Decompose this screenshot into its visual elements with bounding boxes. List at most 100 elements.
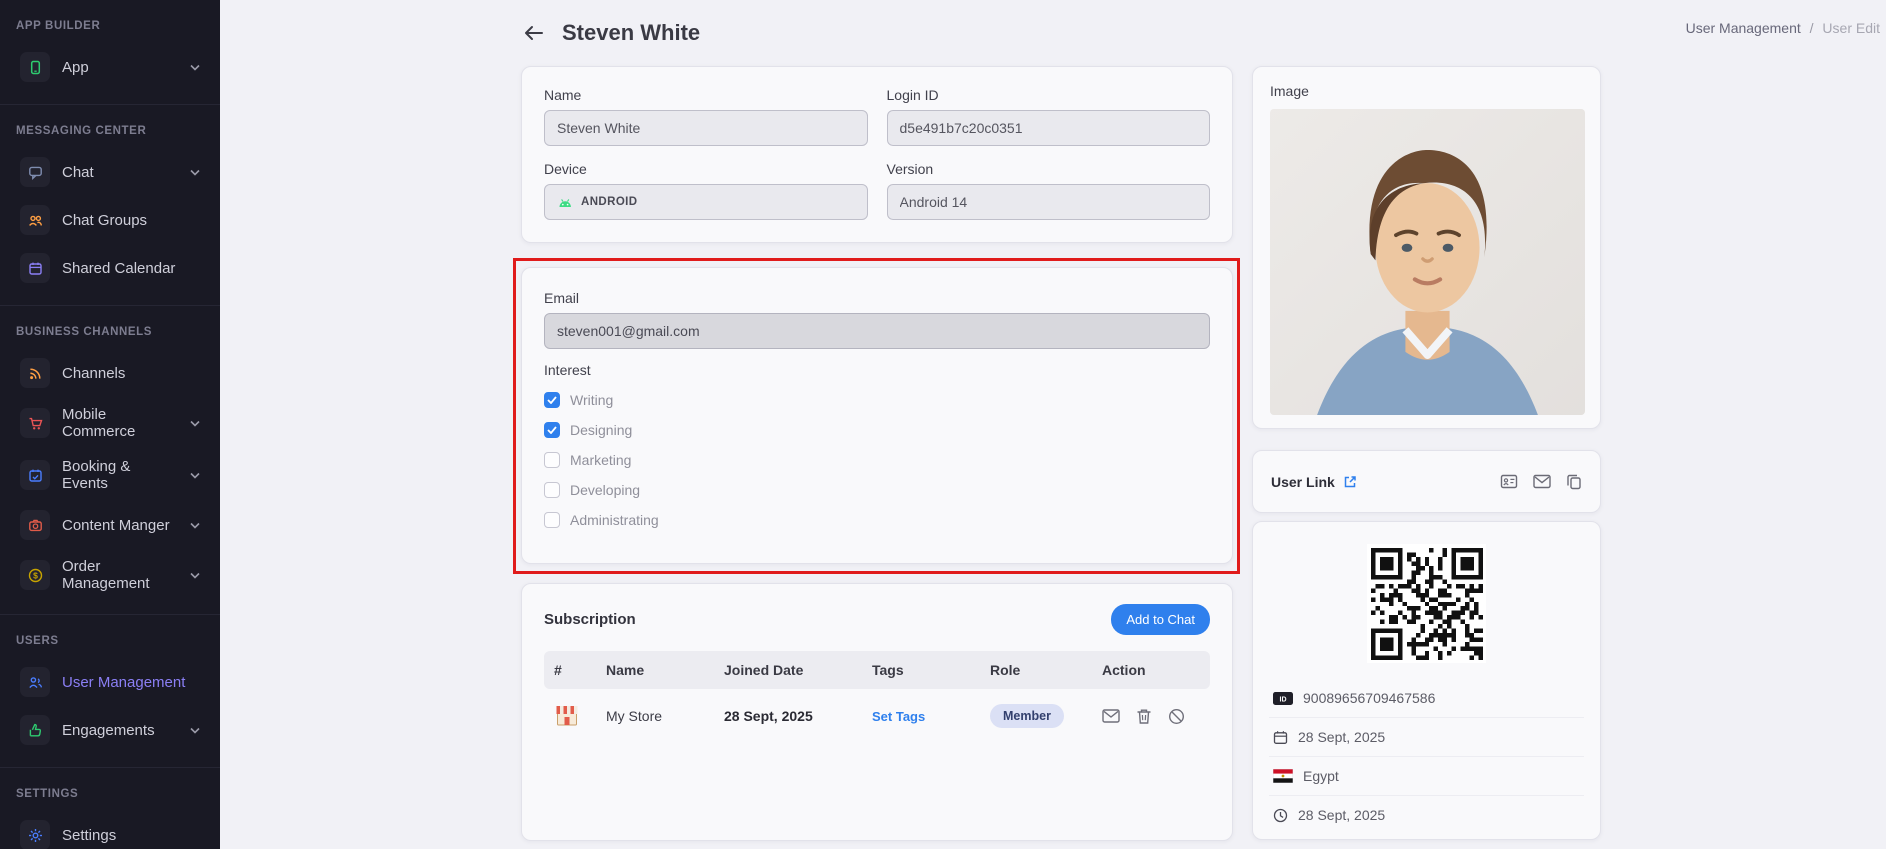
device-value: ANDROID xyxy=(581,196,637,208)
name-label: Name xyxy=(544,87,868,103)
sidebar-item-label: Mobile Commerce xyxy=(62,406,178,440)
interest-option-label: Designing xyxy=(570,422,632,438)
dollar-icon: $ xyxy=(20,560,50,590)
sidebar-item-label: App xyxy=(62,59,89,76)
breadcrumb-separator: / xyxy=(1810,20,1814,36)
row-actions xyxy=(1102,708,1200,725)
chevron-down-icon xyxy=(190,572,200,579)
user-id-row: ID 90089656709467586 xyxy=(1269,679,1584,717)
chevron-down-icon xyxy=(190,420,200,427)
col-action: Action xyxy=(1102,662,1200,678)
section-title: BUSINESS CHANNELS xyxy=(0,320,220,348)
sidebar-item-chat[interactable]: Chat xyxy=(6,149,214,195)
delete-action-icon[interactable] xyxy=(1136,708,1152,725)
sidebar-section-business: BUSINESS CHANNELS Channels Mobile Commer… xyxy=(0,305,220,606)
checkbox-icon[interactable] xyxy=(544,482,560,498)
device-input[interactable]: ANDROID xyxy=(544,184,868,220)
checkbox-icon[interactable] xyxy=(544,452,560,468)
sidebar-item-app[interactable]: App xyxy=(6,44,214,90)
interest-label: Interest xyxy=(544,362,1210,378)
user-id-value: 90089656709467586 xyxy=(1303,690,1435,706)
calendar-icon xyxy=(20,253,50,283)
subscription-card: Subscription Add to Chat # Name Joined D… xyxy=(521,583,1233,841)
egypt-flag-icon xyxy=(1273,769,1293,783)
user-info-card: Name Login ID Device ANDROID Version xyxy=(521,66,1233,243)
interest-option-label: Writing xyxy=(570,392,613,408)
country-value: Egypt xyxy=(1303,768,1339,784)
col-joined-date: Joined Date xyxy=(724,662,872,678)
last-seen-value: 28 Sept, 2025 xyxy=(1298,807,1385,823)
store-icon xyxy=(554,703,606,729)
block-action-icon[interactable] xyxy=(1168,708,1185,725)
login-id-label: Login ID xyxy=(887,87,1211,103)
email-action-icon[interactable] xyxy=(1102,708,1120,724)
email-input[interactable] xyxy=(544,313,1210,349)
checkbox-icon[interactable] xyxy=(544,422,560,438)
interest-option-developing[interactable]: Developing xyxy=(544,482,1210,498)
sidebar-item-shared-calendar[interactable]: Shared Calendar xyxy=(6,245,214,291)
sidebar-item-label: Content Manger xyxy=(62,517,170,534)
app-icon xyxy=(20,52,50,82)
sidebar-item-engagements[interactable]: Engagements xyxy=(6,707,214,753)
sidebar-item-label: Booking & Events xyxy=(62,458,178,492)
users-icon xyxy=(20,667,50,697)
joined-date-row: 28 Sept, 2025 xyxy=(1269,717,1584,756)
role-badge: Member xyxy=(990,704,1064,728)
svg-text:$: $ xyxy=(33,570,38,580)
sidebar-item-channels[interactable]: Channels xyxy=(6,350,214,396)
send-email-icon[interactable] xyxy=(1533,474,1551,489)
sidebar-item-mobile-commerce[interactable]: Mobile Commerce xyxy=(6,398,214,448)
checkbox-icon[interactable] xyxy=(544,512,560,528)
sidebar: APP BUILDER App MESSAGING CENTER Chat Ch… xyxy=(0,0,220,849)
booking-icon xyxy=(20,460,50,490)
chat-icon xyxy=(20,157,50,187)
sidebar-item-chat-groups[interactable]: Chat Groups xyxy=(6,197,214,243)
version-label: Version xyxy=(887,161,1211,177)
country-row: Egypt xyxy=(1269,756,1584,795)
version-input[interactable] xyxy=(887,184,1211,220)
col-role: Role xyxy=(990,662,1102,678)
user-link-label: User Link xyxy=(1271,474,1335,490)
sidebar-item-booking-events[interactable]: Booking & Events xyxy=(6,450,214,500)
user-details-card: ID 90089656709467586 28 Sept, 2025 Egypt… xyxy=(1252,521,1601,840)
interest-option-writing[interactable]: Writing xyxy=(544,392,1210,408)
android-icon xyxy=(557,196,573,209)
add-to-chat-button[interactable]: Add to Chat xyxy=(1111,604,1210,635)
table-header: # Name Joined Date Tags Role Action xyxy=(544,651,1210,689)
joined-date-value: 28 Sept, 2025 xyxy=(1298,729,1385,745)
breadcrumb-parent[interactable]: User Management xyxy=(1686,20,1801,36)
sidebar-item-content-manager[interactable]: Content Manger xyxy=(6,502,214,548)
interest-option-marketing[interactable]: Marketing xyxy=(544,452,1210,468)
sidebar-section-messaging: MESSAGING CENTER Chat Chat Groups Shared… xyxy=(0,104,220,297)
interest-option-designing[interactable]: Designing xyxy=(544,422,1210,438)
interest-option-label: Developing xyxy=(570,482,640,498)
interest-option-label: Administrating xyxy=(570,512,659,528)
thumbs-up-icon xyxy=(20,715,50,745)
interest-option-administrating[interactable]: Administrating xyxy=(544,512,1210,528)
chevron-down-icon xyxy=(190,522,200,529)
version-field-group: Version xyxy=(887,161,1211,220)
login-id-input[interactable] xyxy=(887,110,1211,146)
device-field-group: Device ANDROID xyxy=(544,161,868,220)
email-label: Email xyxy=(544,290,1210,306)
image-card: Image xyxy=(1252,66,1601,429)
page-header: Steven White xyxy=(521,20,700,46)
image-label: Image xyxy=(1270,83,1583,99)
sidebar-item-label: Order Management xyxy=(62,558,178,592)
checkbox-icon[interactable] xyxy=(544,392,560,408)
back-arrow-icon[interactable] xyxy=(521,20,547,46)
copy-icon[interactable] xyxy=(1566,473,1582,490)
chevron-down-icon xyxy=(190,472,200,479)
contact-card-icon[interactable] xyxy=(1500,473,1518,490)
sidebar-item-label: Chat xyxy=(62,164,94,181)
sidebar-item-user-management[interactable]: User Management xyxy=(6,659,214,705)
subscription-table: # Name Joined Date Tags Role Action My S… xyxy=(544,651,1210,743)
sidebar-item-order-management[interactable]: $ Order Management xyxy=(6,550,214,600)
chevron-down-icon xyxy=(190,727,200,734)
sidebar-item-settings[interactable]: Settings xyxy=(6,812,214,849)
name-input[interactable] xyxy=(544,110,868,146)
cart-icon xyxy=(20,408,50,438)
set-tags-link[interactable]: Set Tags xyxy=(872,709,990,724)
clock-icon xyxy=(1273,808,1288,823)
external-link-icon[interactable] xyxy=(1343,475,1357,489)
